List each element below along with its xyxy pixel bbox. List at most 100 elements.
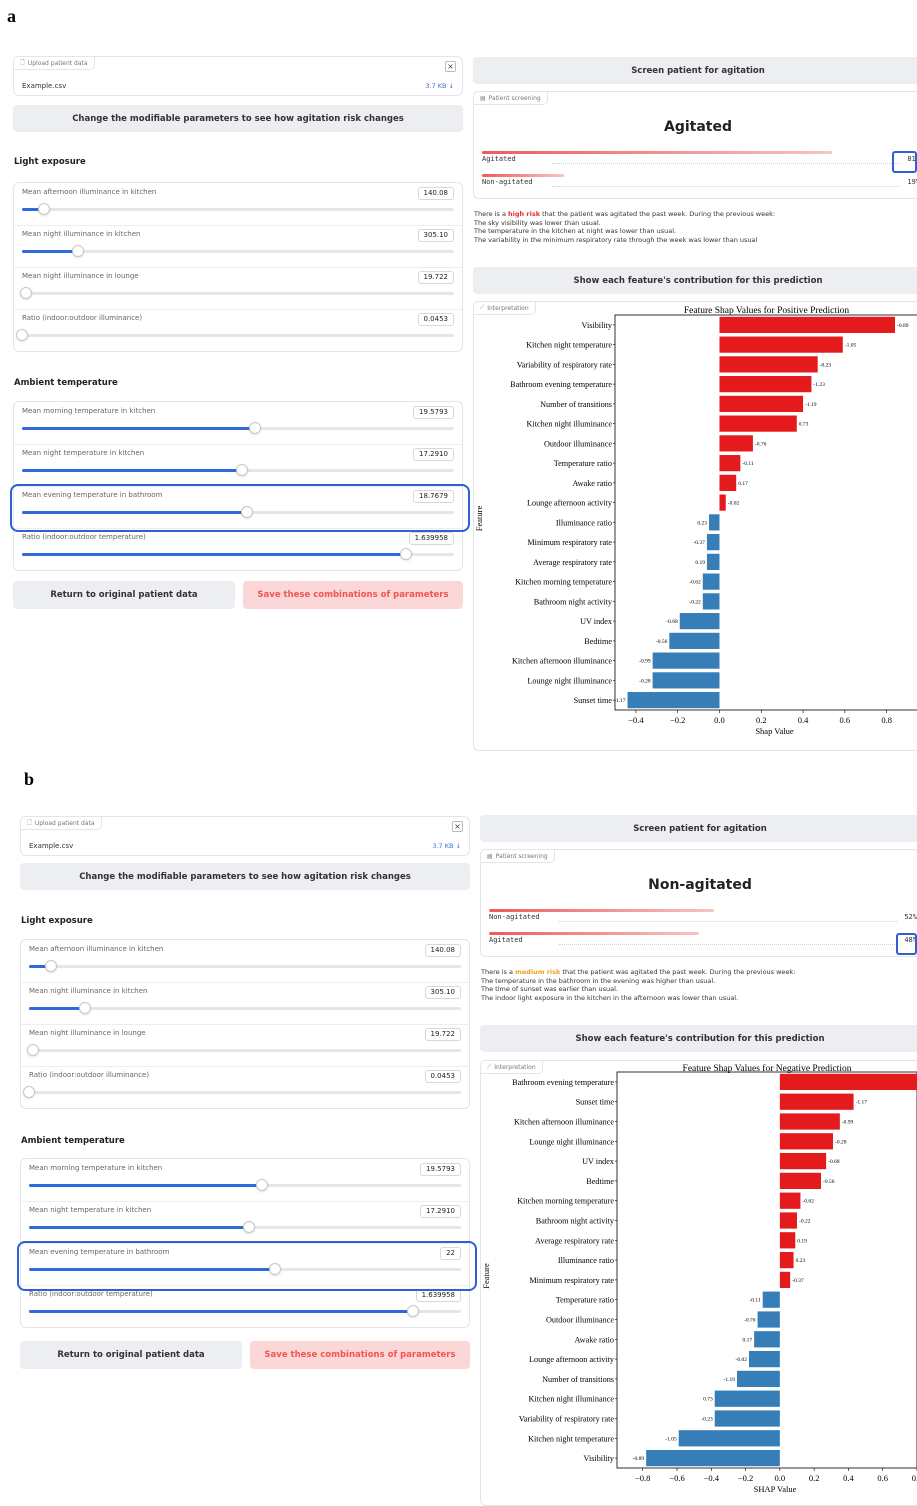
ambient-temperature-title: Ambient temperature [14,378,118,388]
slider-thumb[interactable] [23,1086,35,1098]
shap-bar [757,1311,780,1328]
slider-value-input[interactable]: 19.722 [417,271,454,284]
bar-value-label: -0.22 [799,1219,811,1225]
slider-track[interactable] [23,1086,461,1098]
slider-value-input[interactable]: 305.10 [417,229,454,242]
shap-bar [719,415,797,432]
feature-tick-label: Illuminance ratio [556,518,612,527]
slider-track[interactable] [22,422,454,434]
slider-track[interactable] [27,1044,461,1056]
bar-value-label: 0.19 [797,1238,807,1244]
bar-value-label: -0.89 [897,323,909,329]
slider-track[interactable] [22,464,454,476]
patient-screening-box: ▤ Patient screening Non-agitated Non-agit… [480,849,917,957]
screen-patient-button[interactable]: Screen patient for agitation [480,815,917,842]
divider [21,1024,469,1025]
upload-box[interactable]: 🗋 Upload patient data × Example.csv 3.7 K… [20,816,470,856]
modify-parameters-button[interactable]: Change the modifiable parameters to see … [13,105,463,132]
slider-label: Mean morning temperature in kitchen [22,407,156,415]
shap-bar [706,534,720,551]
slider-fill [22,469,243,472]
slider-track[interactable] [29,1002,461,1014]
shap-bar [779,1251,794,1269]
light-slider-group: Mean afternoon illuminance in kitchen 140… [13,182,463,352]
slider-thumb[interactable] [16,329,28,341]
shap-bar [749,1350,780,1368]
return-original-button[interactable]: Return to original patient data [13,581,235,609]
slider-value-input[interactable]: 0.0453 [424,1070,461,1083]
confidence-percent: 52% [904,913,917,921]
return-original-button[interactable]: Return to original patient data [20,1341,242,1369]
shap-chart-positive: Feature Shap Values for Positive Predict… [474,305,917,736]
shap-bar [719,474,737,491]
slider-thumb[interactable] [72,245,85,257]
slider-thumb[interactable] [249,422,262,434]
shap-bar [719,376,812,393]
slider-value-input[interactable]: 140.08 [417,187,454,200]
slider-thumb[interactable] [27,1044,40,1056]
slider-track[interactable] [20,287,454,299]
x-tick-label: −0.2 [738,1473,753,1483]
slider-row: Mean morning temperature in kitchen 19.57… [14,402,462,444]
slider-fill [22,553,407,556]
risk-explanation: There is a high risk that the patient wa… [474,210,914,244]
close-icon[interactable]: × [452,821,463,832]
slider-thumb[interactable] [37,203,50,215]
slider-fill [22,427,256,430]
light-exposure-title: Light exposure [14,157,86,167]
upload-box[interactable]: 🗋 Upload patient data × Example.csv 3.7 K… [13,56,463,96]
slider-value-input[interactable]: 17.2910 [413,448,454,461]
slider-thumb[interactable] [20,287,33,299]
bar-value-label: -1.23 [813,382,825,388]
bar-value-label: -0.62 [802,1199,814,1205]
show-contribution-button[interactable]: Show each feature's contribution for thi… [473,267,917,294]
file-size-download-link[interactable]: 3.7 KB ↓ [425,82,454,90]
slider-row: Mean night illuminance in kitchen 305.10 [21,982,469,1024]
slider-value-input[interactable]: 19.5793 [420,1163,461,1176]
modify-parameters-button[interactable]: Change the modifiable parameters to see … [20,863,470,890]
show-contribution-button[interactable]: Show each feature's contribution for thi… [480,1025,917,1052]
slider-thumb[interactable] [79,1002,92,1014]
slider-thumb[interactable] [243,1221,256,1233]
slider-value-input[interactable]: 19.722 [424,1028,461,1041]
slider-value-input[interactable]: 1.639958 [408,532,454,545]
close-icon[interactable]: × [445,61,456,72]
bar-value-label: 0.19 [695,560,705,566]
slider-track[interactable] [22,245,454,257]
slider-track[interactable] [22,203,454,215]
slider-track[interactable] [29,1305,461,1317]
slider-thumb[interactable] [407,1305,420,1317]
feature-tick-label: Number of transitions [540,400,612,409]
slider-track[interactable] [16,329,454,341]
slider-thumb[interactable] [400,548,413,560]
shap-bar [779,1113,840,1130]
slider-track[interactable] [29,1179,461,1191]
shap-bar [737,1370,780,1388]
divider [21,1201,469,1202]
slider-value-input[interactable]: 17.2910 [420,1205,461,1218]
light-exposure-title: Light exposure [21,916,93,926]
slider-label: Mean night illuminance in lounge [22,272,139,280]
bar-value-label: -0.11 [749,1298,761,1304]
bar-value-label: -0.37 [792,1278,804,1284]
slider-track[interactable] [29,960,461,972]
shap-bar [779,1232,796,1249]
bar-value-label: 0.73 [799,422,809,428]
slider-value-input[interactable]: 0.0453 [417,313,454,326]
save-combinations-button[interactable]: Save these combinations of parameters [250,1341,470,1369]
confidence-label: Non-agitated [489,913,540,921]
slider-thumb[interactable] [256,1179,269,1191]
slider-thumb[interactable] [44,960,57,972]
slider-value-input[interactable]: 140.08 [424,944,461,957]
file-size-download-link[interactable]: 3.7 KB ↓ [432,842,461,850]
file-icon: 🗋 [27,819,32,826]
slider-track[interactable] [29,1221,461,1233]
feature-tick-label: Visibility [582,321,613,330]
screen-patient-button[interactable]: Screen patient for agitation [473,57,917,84]
slider-thumb[interactable] [236,464,249,476]
divider [21,982,469,983]
slider-value-input[interactable]: 305.10 [424,986,461,999]
slider-value-input[interactable]: 19.5793 [413,406,454,419]
save-combinations-button[interactable]: Save these combinations of parameters [243,581,463,609]
slider-track[interactable] [22,548,454,560]
